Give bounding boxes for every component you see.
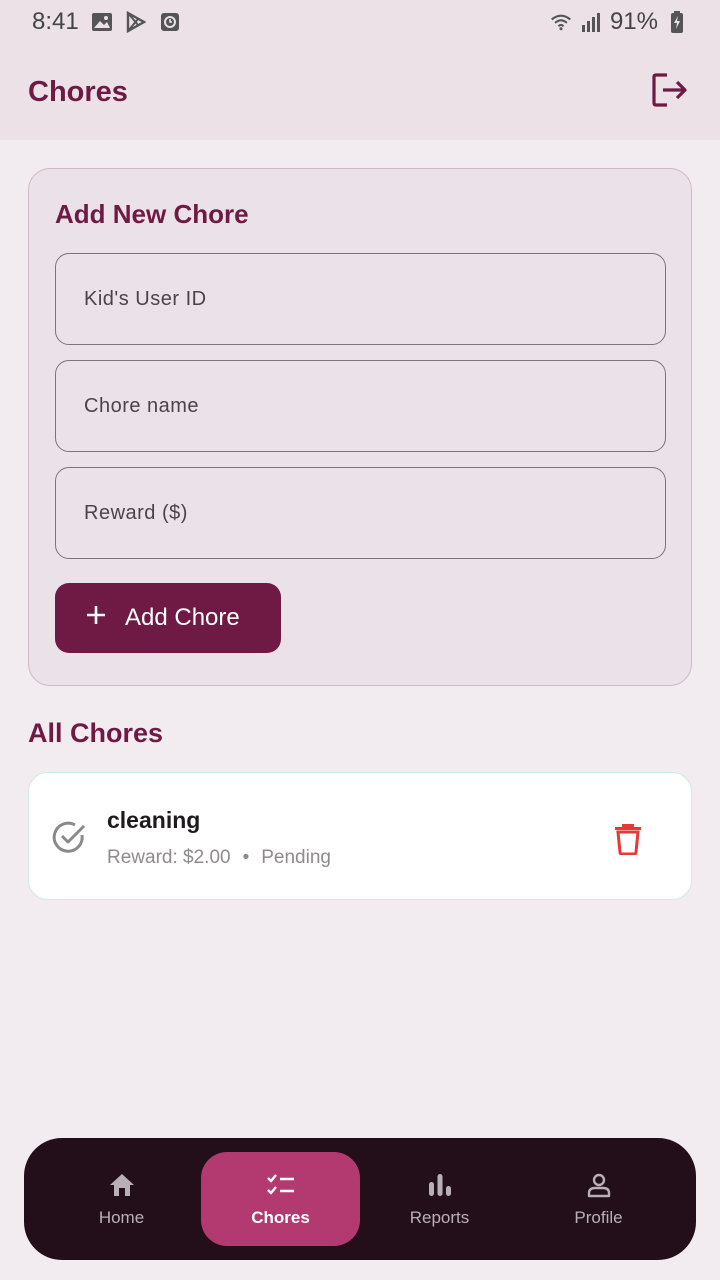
- bar-chart-icon: [425, 1170, 455, 1200]
- status-bar: 8:41 91%: [0, 0, 720, 44]
- battery-charging-icon: [666, 11, 688, 33]
- nav-label-reports: Reports: [409, 1208, 470, 1227]
- clock-icon: [159, 11, 181, 33]
- person-icon: [584, 1170, 614, 1200]
- logout-button[interactable]: [648, 70, 692, 114]
- add-chore-button[interactable]: Add Chore: [55, 583, 281, 653]
- nav-label-chores: Chores: [251, 1208, 310, 1227]
- chore-meta: Reward: $2.00 • Pending: [107, 847, 331, 869]
- check-circle-icon: [51, 819, 87, 855]
- nav-item-reports[interactable]: Reports: [360, 1152, 519, 1246]
- battery-percent: 91%: [609, 8, 658, 35]
- nav-item-profile[interactable]: Profile: [519, 1152, 678, 1246]
- add-chore-label: Add Chore: [125, 604, 240, 631]
- kid-user-id-field[interactable]: Kid's User ID: [55, 253, 666, 345]
- reward-field[interactable]: Reward ($): [55, 467, 666, 559]
- checklist-icon: [266, 1170, 296, 1200]
- delete-icon[interactable]: [613, 821, 643, 856]
- meta-separator: •: [242, 847, 250, 868]
- kid-user-id-placeholder: Kid's User ID: [84, 287, 207, 310]
- image-icon: [91, 11, 113, 33]
- chore-status: Pending: [261, 847, 331, 868]
- plus-icon: [85, 604, 107, 633]
- add-chore-card: Add New Chore Kid's User ID Chore name R…: [28, 168, 692, 686]
- app-bar: Chores: [0, 44, 720, 140]
- nav-item-home[interactable]: Home: [42, 1152, 201, 1246]
- status-time: 8:41: [32, 8, 79, 35]
- nav-label-profile: Profile: [574, 1208, 623, 1227]
- reward-placeholder: Reward ($): [84, 501, 188, 524]
- list-item[interactable]: cleaning Reward: $2.00 • Pending: [28, 772, 692, 900]
- play-store-icon: [125, 11, 147, 33]
- bottom-nav: Home Chores Reports Profile: [24, 1138, 696, 1260]
- chore-reward: Reward: $2.00: [107, 847, 231, 868]
- add-chore-title: Add New Chore: [55, 199, 249, 229]
- chore-name: cleaning: [107, 807, 201, 833]
- chore-name-field[interactable]: Chore name: [55, 360, 666, 452]
- all-chores-title: All Chores: [28, 718, 164, 748]
- page-title: Chores: [28, 75, 128, 108]
- chore-name-placeholder: Chore name: [84, 394, 200, 417]
- nav-item-chores[interactable]: Chores: [201, 1152, 360, 1246]
- home-icon: [107, 1170, 137, 1200]
- nav-label-home: Home: [98, 1208, 145, 1227]
- logout-icon: [651, 72, 689, 113]
- wifi-icon: [550, 11, 572, 33]
- signal-icon: [580, 11, 602, 33]
